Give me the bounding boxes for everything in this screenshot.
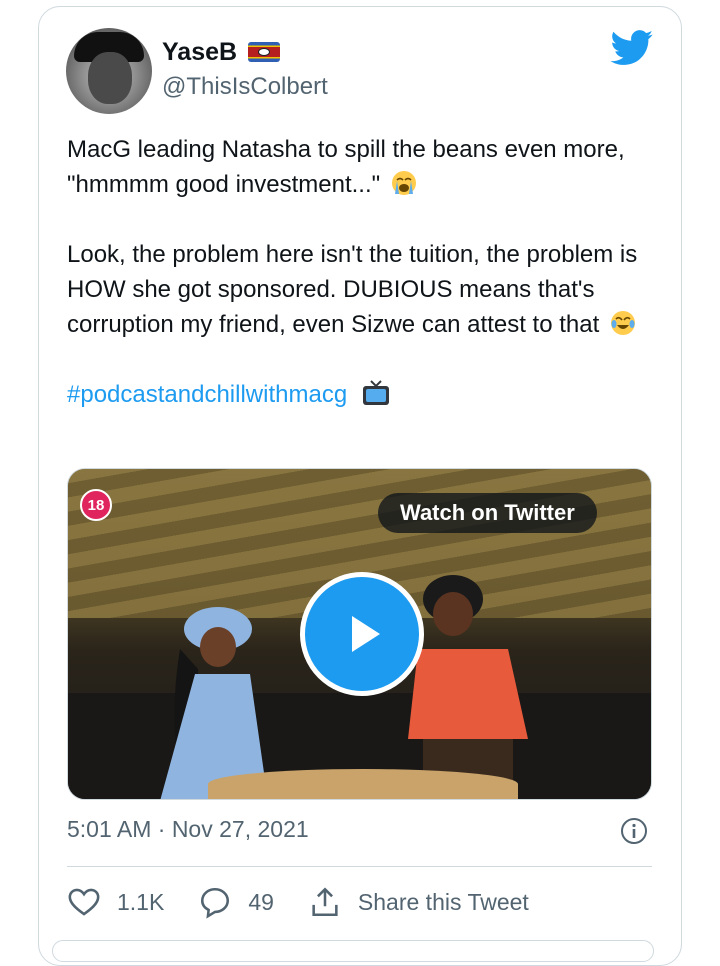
eswatini-flag-icon — [248, 42, 280, 62]
twitter-bird-icon[interactable] — [610, 30, 654, 66]
read-replies-bar[interactable] — [52, 940, 654, 962]
divider — [67, 866, 652, 867]
crying-face-icon — [391, 171, 416, 195]
hashtag-link[interactable]: #podcastandchillwithmacg — [67, 381, 347, 408]
share-label: Share this Tweet — [357, 888, 529, 915]
like-button[interactable]: 1.1K — [67, 885, 164, 919]
tears-of-joy-icon — [610, 311, 635, 335]
heart-icon — [68, 888, 100, 916]
watch-on-twitter-button[interactable]: Watch on Twitter — [378, 493, 597, 533]
avatar[interactable] — [66, 28, 152, 114]
age-rating-badge: 18 — [80, 489, 112, 521]
user-handle[interactable]: @ThisIsColbert — [162, 73, 328, 101]
tweet-paragraph-1: MacG leading Natasha to spill the beans … — [67, 136, 625, 198]
tweet-text: MacG leading Natasha to spill the beans … — [67, 132, 647, 447]
television-icon — [362, 380, 389, 405]
host-figure — [408, 575, 528, 799]
share-button[interactable]: Share this Tweet — [308, 885, 529, 919]
avatar-face — [88, 52, 132, 104]
reply-bubble-icon — [201, 887, 230, 919]
tweet-timestamp[interactable]: 5:01 AM · Nov 27, 2021 — [67, 816, 309, 843]
share-icon — [312, 887, 338, 917]
play-button[interactable] — [300, 572, 424, 696]
reply-button[interactable]: 49 — [198, 885, 274, 919]
tweet-paragraph-2: Look, the problem here isn't the tuition… — [67, 241, 638, 338]
reply-count: 49 — [248, 888, 274, 915]
display-name[interactable]: YaseB — [162, 38, 237, 67]
like-count: 1.1K — [117, 888, 165, 915]
studio-table — [208, 769, 518, 799]
play-icon — [352, 616, 380, 652]
video-thumbnail[interactable]: 18 Watch on Twitter — [67, 468, 652, 800]
info-icon[interactable] — [620, 817, 648, 845]
action-bar: 1.1K 49 Share this Tweet — [67, 884, 563, 920]
guest-figure — [160, 607, 268, 799]
